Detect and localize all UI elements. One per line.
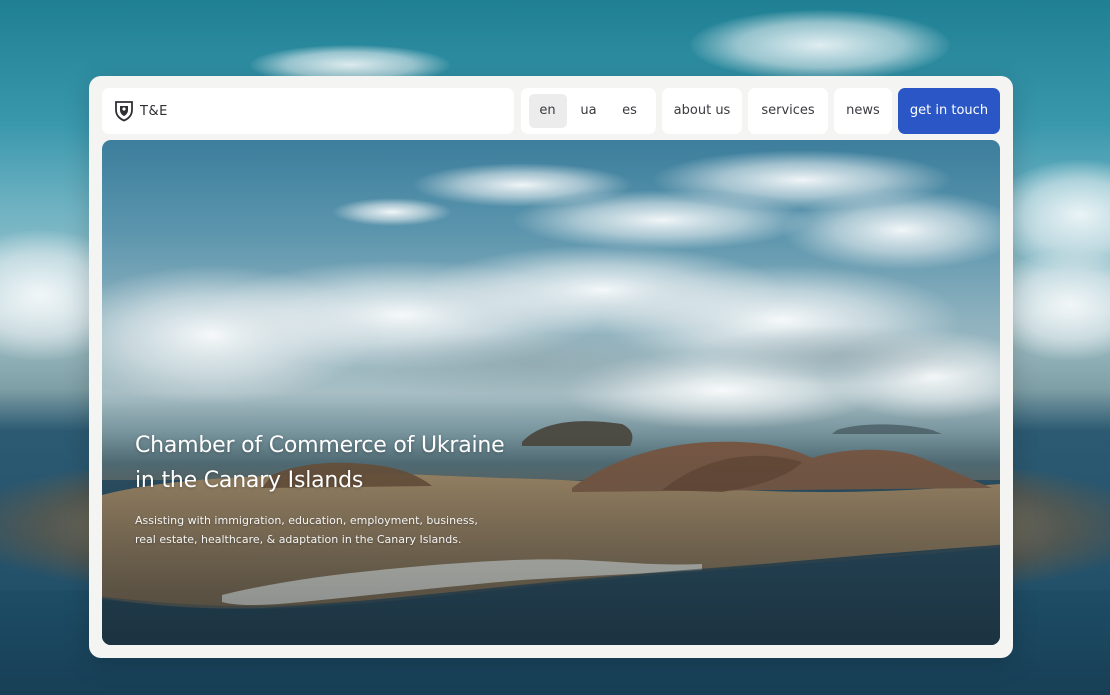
nav-link-services[interactable]: services	[748, 88, 828, 134]
browser-window: T&E en ua es about us services news get …	[89, 76, 1013, 658]
background-cloud	[690, 10, 950, 80]
hero-cloud	[332, 198, 452, 226]
language-option-ua[interactable]: ua	[570, 94, 608, 128]
language-option-en[interactable]: en	[528, 94, 567, 128]
hero-cloud	[512, 190, 812, 250]
hero-title: Chamber of Commerce of Ukraine in the Ca…	[135, 428, 655, 498]
nav-link-about-us[interactable]: about us	[662, 88, 742, 134]
hero-subtitle-line-2: real estate, healthcare, & adaptation in…	[135, 533, 462, 546]
get-in-touch-button[interactable]: get in touch	[898, 88, 1000, 134]
shield-crest-icon	[114, 100, 134, 122]
language-switcher: en ua es	[521, 88, 656, 134]
brand-name: T&E	[140, 103, 168, 119]
hero-subtitle-line-1: Assisting with immigration, education, e…	[135, 514, 478, 527]
navigation-bar: T&E en ua es about us services news get …	[102, 88, 1000, 134]
hero-section: Chamber of Commerce of Ukraine in the Ca…	[102, 140, 1000, 645]
language-option-es[interactable]: es	[611, 94, 649, 128]
nav-link-news[interactable]: news	[834, 88, 892, 134]
hero-landscape-image	[102, 150, 1000, 645]
hero-title-line-1: Chamber of Commerce of Ukraine	[135, 433, 505, 458]
hero-title-line-2: in the Canary Islands	[135, 468, 364, 493]
hero-cloud-shadow	[692, 325, 992, 385]
hero-cloud-shadow	[342, 330, 722, 400]
hero-subtitle: Assisting with immigration, education, e…	[135, 511, 595, 549]
brand-bar[interactable]: T&E	[102, 88, 514, 134]
